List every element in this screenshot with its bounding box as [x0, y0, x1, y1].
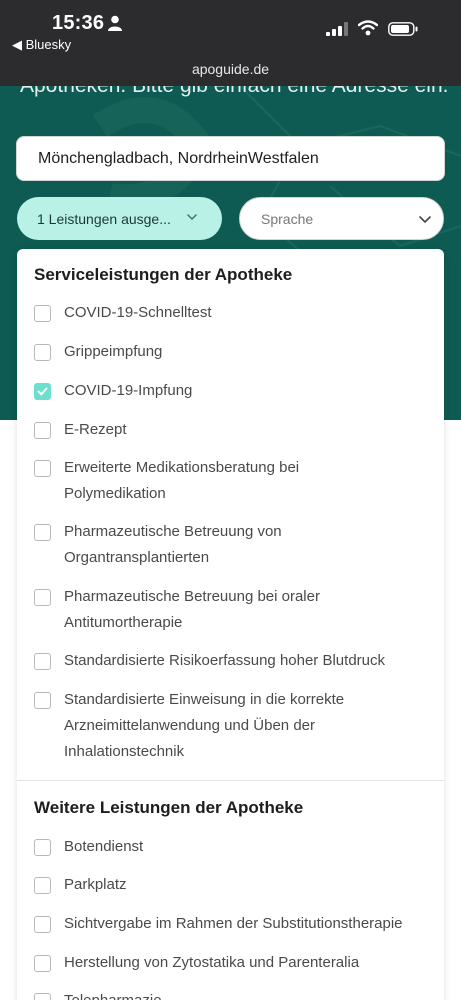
checkbox-label: Botendienst	[64, 838, 144, 855]
checkbox-item-delivery-service[interactable]: Botendienst	[34, 838, 434, 860]
hero-instruction-text: Apotheken. Bitte gib einfach eine Adress…	[20, 86, 448, 98]
checkbox[interactable]	[34, 993, 51, 1000]
checkbox-label: Pharmazeutische Betreuung von Organtrans…	[64, 523, 282, 566]
checkbox-item-flu-vaccination[interactable]: Grippeimpfung	[34, 343, 434, 365]
section-title-further-services: Weitere Leistungen der Apotheke	[34, 798, 304, 817]
back-to-app-link[interactable]: ◀ Bluesky	[12, 37, 71, 53]
checkbox-item-covid-test[interactable]: COVID-19-Schnelltest	[34, 304, 434, 326]
checkbox-label: Grippeimpfung	[64, 343, 163, 360]
person-icon	[108, 15, 122, 31]
checkbox[interactable]	[34, 422, 51, 439]
browser-top-bar: 15:36 ◀ Bluesky apoguide.de	[0, 0, 461, 86]
checkbox[interactable]	[34, 589, 51, 606]
checkbox-label: COVID-19-Schnelltest	[64, 304, 212, 321]
checkbox[interactable]	[34, 877, 51, 894]
wifi-icon	[358, 20, 378, 36]
checkbox[interactable]	[34, 955, 51, 972]
checkbox-item-e-prescription[interactable]: E-Rezept	[34, 421, 434, 443]
checkbox-item-medication-consulting[interactable]: Erweiterte Medikationsberatung bei Polym…	[34, 459, 434, 507]
checkmark-icon	[37, 387, 48, 396]
cellular-signal-icon	[326, 22, 348, 36]
address-bar-url[interactable]: apoguide.de	[0, 61, 461, 77]
services-filter-dropdown[interactable]: 1 Leistungen ausge...	[17, 197, 222, 240]
checkbox-label: E-Rezept	[64, 421, 127, 438]
status-time: 15:36	[52, 12, 105, 34]
chevron-down-icon	[419, 216, 431, 224]
section-title-services: Serviceleistungen der Apotheke	[34, 265, 293, 284]
checkbox[interactable]	[34, 839, 51, 856]
checkbox-item-substitution-therapy[interactable]: Sichtvergabe im Rahmen der Substitutions…	[34, 915, 434, 937]
checkbox-label: Standardisierte Risikoerfassung hoher Bl…	[64, 652, 385, 669]
checkbox-item-cytostatics[interactable]: Herstellung von Zytostatika und Parenter…	[34, 954, 434, 976]
checkbox[interactable]	[34, 692, 51, 709]
checkbox-label: Erweiterte Medikationsberatung bei Polym…	[64, 459, 300, 502]
checkbox-item-covid-vaccination[interactable]: COVID-19-Impfung	[34, 382, 434, 404]
checkbox[interactable]	[34, 524, 51, 541]
checkbox-label: Sichtvergabe im Rahmen der Substitutions…	[64, 915, 403, 932]
address-input-value: Mönchengladbach, NordrheinWestfalen	[38, 149, 319, 167]
checkbox[interactable]	[34, 653, 51, 670]
checkbox-item-parking[interactable]: Parkplatz	[34, 876, 434, 898]
checkbox-label: Telepharmazie	[64, 988, 162, 1000]
checkbox[interactable]	[34, 344, 51, 361]
checkbox-checked[interactable]	[34, 383, 51, 400]
checkbox-label: Herstellung von Zytostatika und Parenter…	[64, 954, 360, 971]
language-select-placeholder: Sprache	[261, 210, 314, 227]
address-input[interactable]: Mönchengladbach, NordrheinWestfalen	[16, 136, 445, 181]
checkbox[interactable]	[34, 460, 51, 477]
services-filter-label: 1 Leistungen ausge...	[37, 210, 171, 227]
battery-icon	[388, 22, 418, 36]
checkbox-label: Standardisierte Einweisung in die korrek…	[64, 691, 345, 760]
checkbox-item-telepharmacy[interactable]: Telepharmazie	[34, 992, 434, 1000]
checkbox-item-blood-pressure[interactable]: Standardisierte Risikoerfassung hoher Bl…	[34, 652, 434, 674]
section-divider	[17, 780, 444, 781]
chevron-down-icon	[187, 214, 197, 221]
checkbox-label: Parkplatz	[64, 876, 127, 893]
checkbox-label: COVID-19-Impfung	[64, 382, 193, 399]
checkbox-item-inhalation-technique[interactable]: Standardisierte Einweisung in die korrek…	[34, 691, 434, 765]
checkbox-item-transplant-care[interactable]: Pharmazeutische Betreuung von Organtrans…	[34, 523, 434, 571]
language-select[interactable]: Sprache	[239, 197, 444, 240]
checkbox-label: Pharmazeutische Betreuung bei oraler Ant…	[64, 588, 320, 631]
checkbox[interactable]	[34, 305, 51, 322]
checkbox-item-antitumor-therapy[interactable]: Pharmazeutische Betreuung bei oraler Ant…	[34, 588, 434, 636]
checkbox[interactable]	[34, 916, 51, 933]
services-dropdown-panel: Serviceleistungen der Apotheke COVID-19-…	[17, 249, 444, 1000]
